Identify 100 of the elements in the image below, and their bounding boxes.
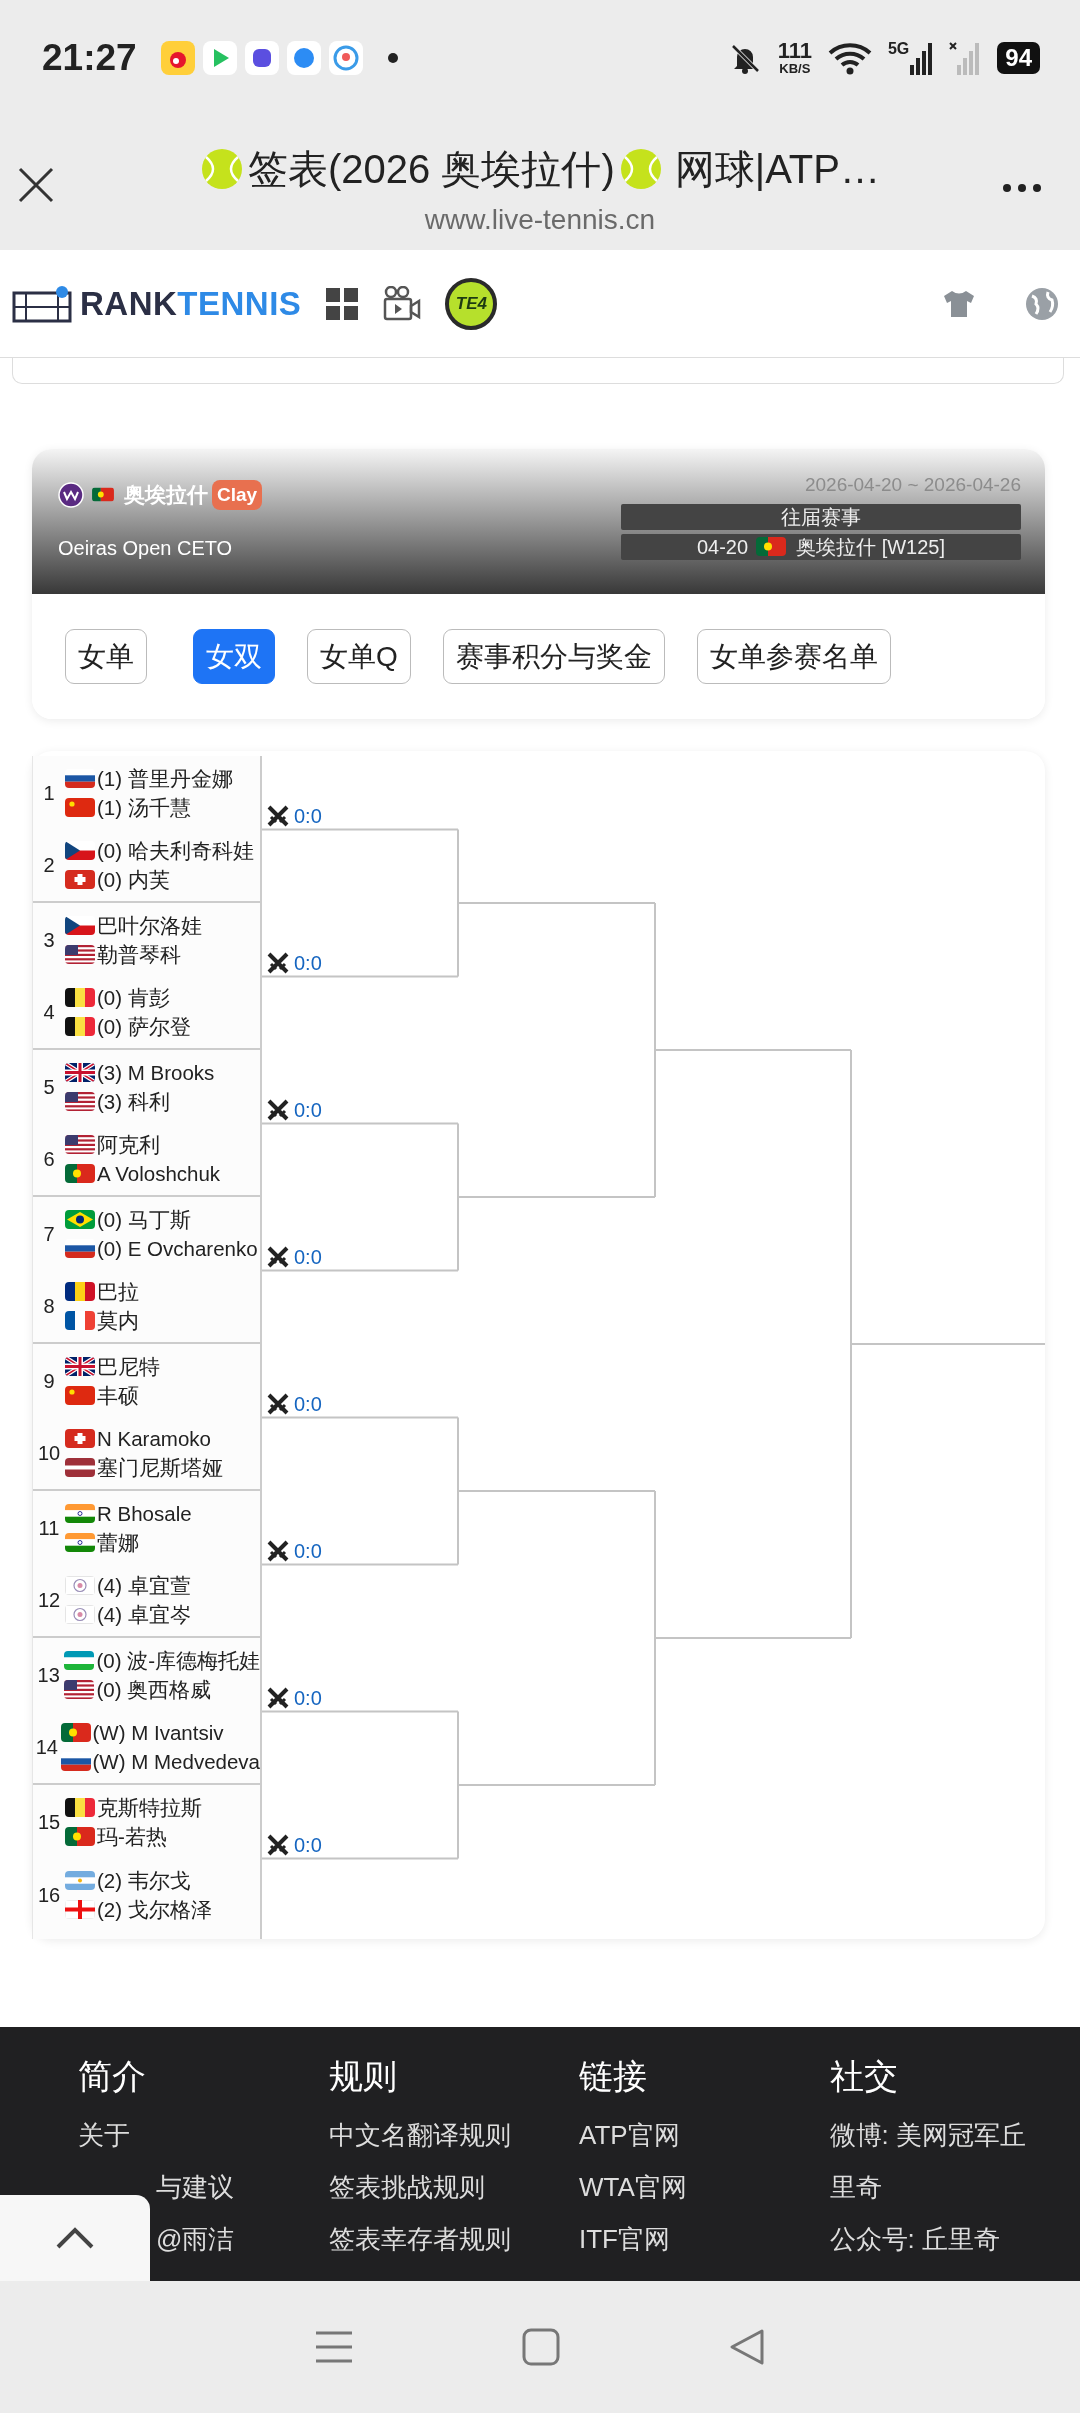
url-text: www.live-tennis.cn bbox=[424, 203, 656, 237]
tournament-dates: 2026-04-20 ~ 2026-04-26 bbox=[803, 473, 1021, 497]
flag-icon bbox=[65, 1826, 95, 1846]
flag-icon bbox=[60, 1723, 91, 1743]
te4-logo[interactable]: TE4 bbox=[445, 277, 498, 330]
flag-icon bbox=[65, 1458, 95, 1478]
crossed-swords-icon bbox=[266, 1244, 290, 1269]
tab[interactable]: 女单Q bbox=[307, 628, 411, 685]
match-score[interactable]: 0:0 bbox=[294, 803, 322, 828]
tab[interactable]: 女单参赛名单 bbox=[696, 628, 891, 685]
footer-link[interactable]: 微博: 美网冠军丘 bbox=[829, 2109, 1026, 2161]
grid-icon[interactable] bbox=[325, 286, 360, 321]
player-name: (0) 萨尔登 bbox=[97, 1014, 191, 1041]
flag-icon bbox=[65, 1797, 95, 1817]
more-icon[interactable] bbox=[1002, 183, 1042, 193]
signal-icon bbox=[909, 40, 934, 75]
video-camera-icon[interactable] bbox=[383, 285, 422, 322]
tab[interactable]: 女双 bbox=[193, 628, 275, 685]
app-icon bbox=[286, 40, 321, 75]
footer-link[interactable]: 里奇 bbox=[829, 2161, 882, 2213]
seed-number: 9 bbox=[42, 1368, 56, 1394]
flag-icon bbox=[64, 1650, 95, 1670]
match-score[interactable]: 0:0 bbox=[294, 950, 322, 975]
shirt-icon[interactable] bbox=[942, 288, 976, 319]
wifi-icon bbox=[827, 40, 872, 75]
footer-link[interactable]: 与建议 bbox=[156, 2161, 234, 2213]
flag-icon bbox=[65, 1311, 95, 1331]
flag-icon bbox=[65, 1900, 95, 1920]
footer-link[interactable]: 公众号: 丘里奇 bbox=[829, 2213, 1000, 2265]
logo-icon[interactable] bbox=[12, 284, 72, 323]
flag-icon bbox=[64, 1679, 95, 1699]
crossed-swords-icon bbox=[266, 1685, 290, 1710]
app-icon bbox=[328, 40, 363, 75]
home-icon[interactable] bbox=[522, 2328, 560, 2366]
match-score[interactable]: 0:0 bbox=[294, 1538, 322, 1563]
site-logo-text[interactable]: RANKTENNIS bbox=[80, 278, 302, 329]
player-name: R Bhosale bbox=[97, 1500, 192, 1527]
net-speed: 111 bbox=[777, 40, 812, 62]
app-icon bbox=[160, 40, 195, 75]
crossed-swords-icon bbox=[266, 1097, 290, 1122]
flag-icon bbox=[65, 1532, 95, 1552]
close-icon[interactable] bbox=[16, 165, 56, 205]
player-name: 巴拉 bbox=[97, 1279, 139, 1306]
footer-link[interactable]: 签表幸存者规则 bbox=[328, 2213, 511, 2265]
footer-link[interactable]: 中文名翻译规则 bbox=[328, 2109, 511, 2161]
footer-link[interactable]: @雨洁 bbox=[156, 2213, 235, 2265]
flag-icon bbox=[65, 1605, 95, 1625]
player-name: A Voloshchuk bbox=[97, 1161, 221, 1188]
player-name: (4) 卓宜萱 bbox=[97, 1573, 191, 1600]
player-name: (1) 汤千慧 bbox=[97, 794, 191, 821]
app-icon bbox=[202, 40, 237, 75]
flag-icon bbox=[65, 1385, 95, 1405]
flag-icon bbox=[65, 1503, 95, 1523]
footer-heading: 社交 bbox=[829, 2056, 898, 2097]
player-name: 丰硕 bbox=[97, 1382, 139, 1409]
network-type: 5G bbox=[887, 40, 910, 57]
footer-heading: 链接 bbox=[579, 2056, 647, 2097]
flag-icon bbox=[65, 1135, 95, 1155]
footer-link[interactable]: ITF官网 bbox=[579, 2213, 670, 2265]
match-score[interactable]: 0:0 bbox=[294, 1391, 322, 1416]
footer-heading: 简介 bbox=[78, 2056, 146, 2097]
flag-icon bbox=[65, 841, 95, 861]
footer-link[interactable]: 签表挑战规则 bbox=[328, 2161, 485, 2213]
player-name: (1) 普里丹金娜 bbox=[97, 765, 233, 792]
wta-logo-icon bbox=[58, 481, 84, 508]
battery-level: 94 bbox=[997, 41, 1040, 74]
clock-time: 21:27 bbox=[42, 35, 137, 80]
seed-number: 15 bbox=[36, 1809, 62, 1835]
tab[interactable]: 女单 bbox=[65, 628, 147, 685]
player-name: N Karamoko bbox=[97, 1426, 211, 1453]
footer-link[interactable]: ATP官网 bbox=[579, 2109, 680, 2161]
globe-icon[interactable] bbox=[1024, 285, 1060, 322]
crossed-swords-icon bbox=[266, 1538, 290, 1563]
player-name: (3) 科利 bbox=[97, 1088, 170, 1115]
player-name: 莫内 bbox=[97, 1308, 139, 1335]
match-score[interactable]: 0:0 bbox=[294, 1097, 322, 1122]
player-name: (2) 戈尔格泽 bbox=[97, 1897, 212, 1924]
match-score[interactable]: 0:0 bbox=[294, 1832, 322, 1857]
tennis-ball-icon bbox=[200, 147, 244, 191]
player-name: 巴尼特 bbox=[97, 1353, 160, 1380]
match-score[interactable]: 0:0 bbox=[294, 1244, 322, 1269]
seed-number: 8 bbox=[42, 1294, 56, 1320]
footer-link[interactable]: 关于 bbox=[78, 2109, 130, 2161]
player-name: (0) 哈夫利奇科娃 bbox=[97, 838, 254, 865]
flag-icon bbox=[65, 870, 95, 890]
seed-number: 16 bbox=[36, 1883, 62, 1909]
page-title: 网球|ATP… bbox=[674, 146, 880, 193]
net-unit: KB/S bbox=[779, 62, 811, 75]
player-name: (W) M Medvedeva bbox=[92, 1749, 260, 1776]
no-signal-icon bbox=[949, 40, 982, 75]
flag-icon bbox=[65, 915, 95, 935]
footer-link[interactable]: WTA官网 bbox=[579, 2161, 687, 2213]
tab[interactable]: 赛事积分与奖金 bbox=[442, 628, 665, 685]
player-name: (W) M Ivantsiv bbox=[92, 1720, 224, 1747]
match-score[interactable]: 0:0 bbox=[294, 1685, 322, 1710]
player-name: 玛-若热 bbox=[97, 1823, 167, 1850]
past-event-date: 04-20 bbox=[696, 534, 749, 560]
seed-number: 10 bbox=[36, 1441, 62, 1467]
back-icon[interactable] bbox=[728, 2328, 766, 2366]
crossed-swords-icon bbox=[266, 1832, 290, 1857]
